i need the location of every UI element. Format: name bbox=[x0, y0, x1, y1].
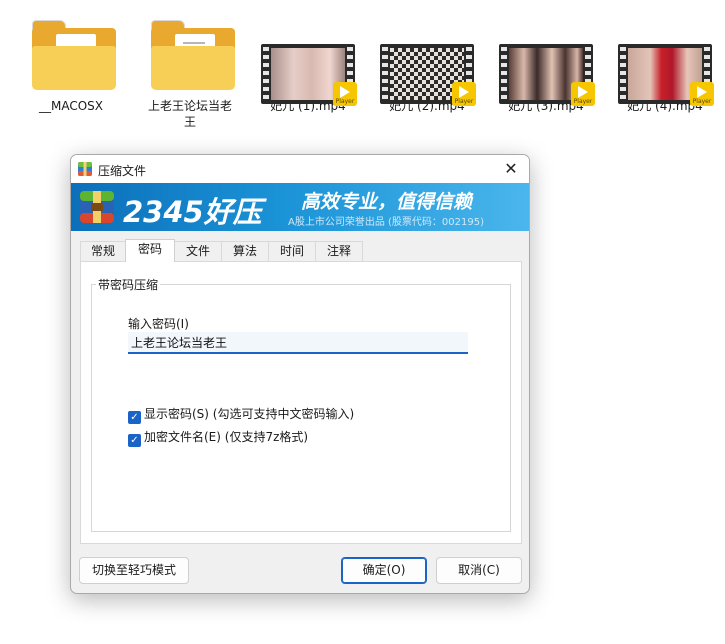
video-file-icon: Player bbox=[618, 44, 714, 106]
video-file-icon: Player bbox=[499, 44, 595, 106]
cancel-button[interactable]: 取消(C) bbox=[436, 557, 522, 584]
brand-slogan: 高效专业，值得信赖 bbox=[301, 191, 473, 213]
tab-algorithm[interactable]: 算法 bbox=[221, 241, 269, 261]
checkmark-icon: ✓ bbox=[128, 411, 141, 424]
brand-subtitle: A股上市公司荣誉出品 (股票代码：002195) bbox=[288, 217, 484, 228]
group-title: 带密码压缩 bbox=[96, 276, 161, 293]
tab-password[interactable]: 密码 bbox=[125, 239, 175, 262]
brand-banner: 2345好压 高效专业，值得信赖 A股上市公司荣誉出品 (股票代码：002195… bbox=[71, 183, 529, 231]
password-input[interactable] bbox=[128, 332, 468, 354]
dialog-title: 压缩文件 bbox=[98, 164, 147, 178]
password-panel: 带密码压缩 输入密码(I) ✓显示密码(S) (勾选可支持中文密码输入) ✓加密… bbox=[80, 261, 522, 544]
tab-comment[interactable]: 注释 bbox=[315, 241, 363, 261]
archive-app-icon bbox=[78, 162, 92, 176]
tab-time[interactable]: 时间 bbox=[268, 241, 316, 261]
video-file-icon: Player bbox=[261, 44, 357, 106]
dialog-titlebar[interactable]: 压缩文件 ✕ bbox=[71, 155, 529, 183]
checkmark-icon: ✓ bbox=[128, 434, 141, 447]
ok-button[interactable]: 确定(O) bbox=[341, 557, 427, 584]
checkbox-label: 加密文件名(E) (仅支持7z格式) bbox=[144, 430, 309, 444]
file-video-2[interactable]: Player 妃儿 (2).mp4 bbox=[377, 16, 477, 114]
video-file-icon: Player bbox=[380, 44, 476, 106]
close-icon[interactable]: ✕ bbox=[493, 155, 529, 183]
folder-icon bbox=[32, 20, 116, 90]
encrypt-filenames-checkbox[interactable]: ✓ 加密文件名(E) (仅支持7z格式) bbox=[128, 428, 308, 447]
file-folder-laowang[interactable]: 上老王论坛当老王 bbox=[140, 16, 240, 130]
checkbox-label: 显示密码(S) (勾选可支持中文密码输入) bbox=[144, 407, 355, 421]
compress-dialog: 压缩文件 ✕ 2345好压 高效专业，值得信赖 A股上市公司荣誉出品 (股票代码… bbox=[70, 154, 530, 594]
password-label: 输入密码(I) bbox=[128, 317, 189, 331]
file-macosx[interactable]: __MACOSX bbox=[21, 16, 121, 114]
archive-logo-icon bbox=[80, 191, 114, 223]
brand-name: 2345好压 bbox=[123, 195, 262, 229]
file-video-4[interactable]: Player 妃儿 (4).mp4 bbox=[615, 16, 715, 114]
tab-general[interactable]: 常规 bbox=[80, 241, 126, 261]
switch-mode-button[interactable]: 切换至轻巧模式 bbox=[79, 557, 189, 584]
tab-files[interactable]: 文件 bbox=[174, 241, 222, 261]
file-label: 上老王论坛当老王 bbox=[147, 99, 232, 129]
file-video-1[interactable]: Player 妃儿 (1).mp4 bbox=[258, 16, 358, 114]
file-video-3[interactable]: Player 妃儿 (3).mp4 bbox=[496, 16, 596, 114]
folder-icon bbox=[151, 20, 235, 90]
file-label: __MACOSX bbox=[38, 99, 103, 113]
show-password-checkbox[interactable]: ✓ 显示密码(S) (勾选可支持中文密码输入) bbox=[128, 405, 354, 424]
